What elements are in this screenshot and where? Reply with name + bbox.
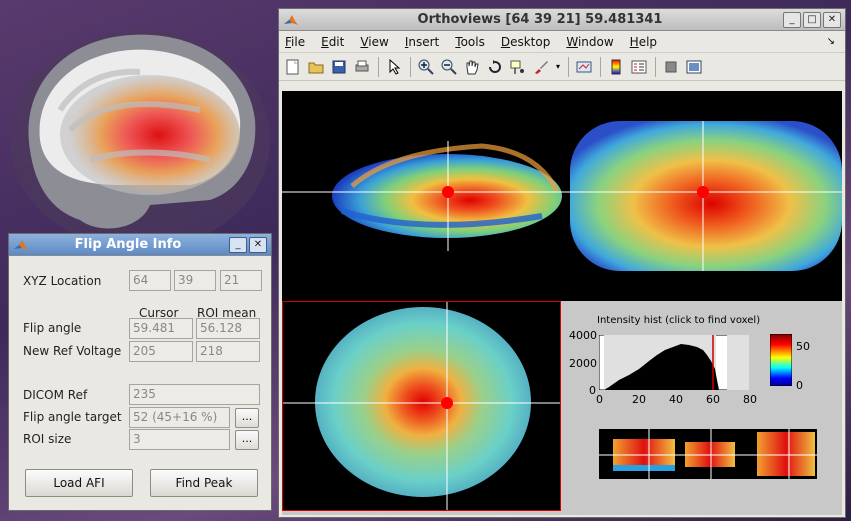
find-peak-button[interactable]: Find Peak — [150, 469, 258, 497]
orthoviews-titlebar[interactable]: Orthoviews [64 39 21] 59.481341 _ □ ✕ — [279, 9, 845, 31]
toolbar-separator — [655, 56, 656, 77]
thumbnail-strip[interactable] — [599, 429, 817, 479]
x-tick-label: 60 — [706, 393, 720, 406]
new-figure-icon[interactable] — [283, 57, 303, 77]
figure-toolbar: ▾ — [279, 53, 845, 81]
x-tick-label: 0 — [596, 393, 603, 406]
matlab-icon — [283, 12, 299, 28]
desktop-background-brain-art — [10, 30, 270, 240]
histogram-plot[interactable] — [599, 335, 749, 390]
zoom-in-icon[interactable] — [416, 57, 436, 77]
dicom-ref-field[interactable]: 235 — [129, 384, 260, 405]
rotate-3d-icon[interactable] — [485, 57, 505, 77]
menu-tools[interactable]: Tools — [455, 35, 485, 49]
figure-area: Intensity hist (click to find voxel) 400… — [282, 91, 842, 515]
toolbar-separator — [568, 56, 569, 77]
dock-arrow-icon[interactable]: ↘ — [827, 36, 835, 47]
flip-angle-target-field[interactable]: 52 (45+16 %) — [129, 407, 230, 428]
colorbar — [770, 334, 792, 386]
hide-plot-tools-icon[interactable] — [661, 57, 681, 77]
menu-desktop[interactable]: Desktop — [501, 35, 551, 49]
view-pane-top-right[interactable] — [565, 91, 842, 301]
brush-dropdown-icon[interactable]: ▾ — [554, 57, 562, 77]
maximize-button[interactable]: □ — [803, 11, 821, 28]
show-plot-tools-icon[interactable] — [684, 57, 704, 77]
print-icon[interactable] — [352, 57, 372, 77]
close-button[interactable]: ✕ — [823, 11, 841, 28]
edit-plot-icon[interactable] — [384, 57, 404, 77]
x-tick-label: 20 — [632, 393, 646, 406]
view-pane-bottom-left[interactable] — [282, 301, 561, 511]
y-field[interactable]: 39 — [174, 270, 216, 291]
legend-icon[interactable] — [629, 57, 649, 77]
save-icon[interactable] — [329, 57, 349, 77]
flip-angle-cursor-field[interactable]: 59.481 — [129, 318, 193, 339]
y-tick-label: 0 — [589, 384, 596, 397]
xyz-location-label: XYZ Location — [23, 274, 102, 288]
x-field[interactable]: 64 — [129, 270, 171, 291]
toolbar-separator — [378, 56, 379, 77]
flip-angle-roi-field[interactable]: 56.128 — [196, 318, 260, 339]
minimize-button[interactable]: _ — [229, 236, 247, 253]
window-title: Flip Angle Info — [74, 237, 182, 252]
histogram-panel: Intensity hist (click to find voxel) 400… — [565, 301, 842, 511]
pan-icon[interactable] — [462, 57, 482, 77]
menu-help[interactable]: Help — [630, 35, 657, 49]
minimize-button[interactable]: _ — [783, 11, 801, 28]
roi-size-edit-button[interactable]: ... — [235, 430, 259, 450]
menu-edit[interactable]: Edit — [321, 35, 344, 49]
cursor-marker — [697, 186, 709, 198]
menu-insert[interactable]: Insert — [405, 35, 439, 49]
toolbar-separator — [600, 56, 601, 77]
new-ref-voltage-label: New Ref Voltage — [23, 344, 122, 358]
matlab-icon — [13, 237, 29, 253]
colorbar-tick: 0 — [796, 379, 803, 392]
y-tick-label: 4000 — [569, 329, 597, 342]
window-title: Orthoviews [64 39 21] 59.481341 — [417, 12, 663, 27]
y-tick-label: 2000 — [569, 357, 597, 370]
orthoviews-window: Orthoviews [64 39 21] 59.481341 _ □ ✕ Fi… — [278, 8, 846, 518]
ref-voltage-cursor-field[interactable]: 205 — [129, 341, 193, 362]
colorbar-tick: 50 — [796, 340, 810, 353]
open-icon[interactable] — [306, 57, 326, 77]
dicom-ref-label: DICOM Ref — [23, 388, 88, 402]
flip-angle-label: Flip angle — [23, 321, 82, 335]
menu-window[interactable]: Window — [566, 35, 613, 49]
x-tick-label: 80 — [743, 393, 757, 406]
ref-voltage-roi-field[interactable]: 218 — [196, 341, 260, 362]
brush-icon[interactable] — [531, 57, 551, 77]
flip-angle-window: Flip Angle Info _ ✕ XYZ Location 64 39 2… — [8, 233, 272, 511]
load-afi-button[interactable]: Load AFI — [25, 469, 133, 497]
menu-file[interactable]: File — [285, 35, 305, 49]
menubar: File Edit View Insert Tools Desktop Window Help… — [279, 31, 845, 53]
flip-angle-target-label: Flip angle target — [23, 410, 122, 424]
close-button[interactable]: ✕ — [249, 236, 267, 253]
roi-size-field[interactable]: 3 — [129, 429, 230, 450]
zoom-out-icon[interactable] — [439, 57, 459, 77]
cursor-marker — [442, 186, 454, 198]
roi-size-label: ROI size — [23, 432, 72, 446]
menu-view[interactable]: View — [360, 35, 388, 49]
link-plot-icon[interactable] — [574, 57, 594, 77]
coronal-image — [315, 307, 531, 497]
colorbar-icon[interactable] — [606, 57, 626, 77]
z-field[interactable]: 21 — [220, 270, 262, 291]
cursor-marker — [441, 397, 453, 409]
data-cursor-icon[interactable] — [508, 57, 528, 77]
flip-angle-titlebar[interactable]: Flip Angle Info _ ✕ — [9, 234, 271, 256]
x-tick-label: 40 — [669, 393, 683, 406]
target-edit-button[interactable]: ... — [235, 408, 259, 428]
toolbar-separator — [410, 56, 411, 77]
view-pane-top-left[interactable] — [282, 91, 565, 301]
histogram-title: Intensity hist (click to find voxel) — [597, 315, 761, 326]
